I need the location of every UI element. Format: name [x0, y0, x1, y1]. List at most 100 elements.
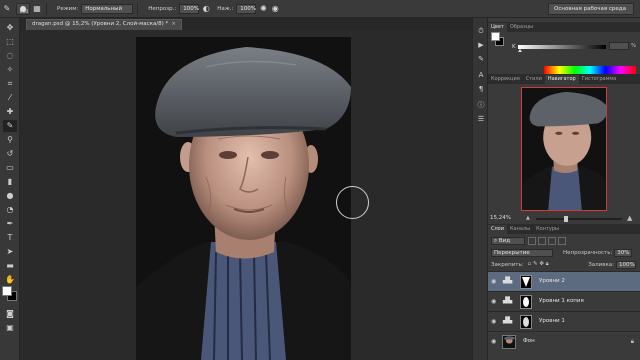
properties-panel-icon[interactable]: ☰	[476, 114, 486, 124]
flow-field[interactable]: 100%	[236, 3, 257, 14]
adjustment-filter-icon[interactable]	[538, 236, 546, 245]
mode-label: Режим:	[57, 5, 79, 12]
actions-panel-icon[interactable]: ▶	[476, 40, 486, 50]
healing-tool-icon[interactable]: ✚	[3, 106, 17, 118]
photo-canvas[interactable]	[136, 37, 351, 360]
zoom-value[interactable]: 15,24%	[490, 215, 511, 221]
mode-select[interactable]: Нормальный	[81, 3, 134, 14]
gradient-tool-icon[interactable]: ▮	[3, 176, 17, 188]
hand-tool-icon[interactable]: ✋	[3, 274, 17, 286]
info-panel-icon[interactable]: ⓘ	[476, 100, 486, 110]
dodge-tool-icon[interactable]: ◔	[3, 204, 17, 216]
layer-filter-select[interactable]: ⌕ Вид	[491, 236, 525, 245]
path-select-tool-icon[interactable]: ➤	[3, 246, 17, 258]
move-tool-icon[interactable]: ✥	[3, 22, 17, 34]
tab-channels[interactable]: Каналы	[507, 225, 533, 234]
history-brush-tool-icon[interactable]: ↺	[3, 148, 17, 160]
tab-paths[interactable]: Контуры	[533, 225, 562, 234]
history-panel-icon[interactable]: ⏱	[476, 26, 486, 36]
layer-row-levels-1-copy[interactable]: ◉ ▟▙ Уровни 1 копия	[488, 291, 640, 311]
pressure-size-icon[interactable]: ◉	[270, 4, 280, 14]
document-tab[interactable]: dragan.psd @ 15,2% (Уровни 2, Слой-маска…	[26, 19, 182, 30]
layer-filter-row: ⌕ Вид	[488, 235, 640, 246]
tab-swatches[interactable]: Образцы	[507, 23, 536, 32]
zoom-out-icon[interactable]: ▲	[526, 215, 530, 221]
layer-row-levels-1[interactable]: ◉ ▟▙ Уровни 1	[488, 311, 640, 331]
brush-panel-icon[interactable]: ▦	[32, 4, 42, 14]
layer-opacity-field[interactable]: 30%	[614, 248, 633, 257]
brush-tool-icon[interactable]: ✎	[3, 120, 17, 132]
quick-mask-icon[interactable]: ◙	[3, 308, 17, 320]
fill-field[interactable]: 100%	[616, 260, 636, 269]
type-tool-icon[interactable]: T	[3, 232, 17, 244]
type-filter-icon[interactable]	[548, 236, 556, 245]
canvas-area[interactable]	[20, 30, 472, 360]
airbrush-icon[interactable]: ✺	[258, 4, 268, 14]
pixel-filter-icon[interactable]	[528, 236, 536, 245]
k-slider[interactable]	[518, 45, 606, 49]
k-value-field[interactable]	[609, 42, 629, 50]
mask-shape-icon	[523, 317, 529, 327]
background-layer-thumbnail	[502, 335, 516, 349]
tab-styles[interactable]: Стили	[523, 75, 545, 84]
layer-mask-thumbnail[interactable]	[520, 295, 532, 309]
pressure-opacity-icon[interactable]: ◐	[201, 4, 211, 14]
eye-icon[interactable]: ◉	[491, 278, 496, 285]
pen-tool-icon[interactable]: ✒	[3, 218, 17, 230]
lock-row: Закрепить: ▫ ✎ ✥ 🔒︎ Заливка: 100%	[488, 259, 640, 270]
filter-type-icons	[528, 236, 566, 245]
mode-value: Нормальный	[85, 5, 123, 12]
fill-label: Заливка:	[588, 261, 614, 268]
layer-row-levels-2[interactable]: ◉ ▟▙ Уровни 2	[488, 271, 640, 291]
layers-panel-tabs: Слои Каналы Контуры	[488, 224, 640, 234]
clone-stamp-tool-icon[interactable]: ⚲	[3, 134, 17, 146]
brush-tool-icon[interactable]: ✎	[2, 4, 12, 14]
eyedropper-tool-icon[interactable]: ⁄	[3, 92, 17, 104]
character-panel-icon[interactable]: A	[476, 70, 486, 80]
eraser-tool-icon[interactable]: ▭	[3, 162, 17, 174]
layer-filter-value: Вид	[498, 237, 510, 244]
tab-adjustments[interactable]: Коррекция	[488, 75, 523, 84]
foreground-color-swatch[interactable]	[2, 286, 12, 296]
tab-navigator[interactable]: Навигатор	[544, 75, 579, 84]
lasso-tool-icon[interactable]: ◌	[3, 50, 17, 62]
tab-layers[interactable]: Слои	[488, 225, 507, 234]
opacity-field[interactable]: 100%	[179, 3, 200, 14]
shape-tool-icon[interactable]: ▬	[3, 260, 17, 272]
blur-tool-icon[interactable]: ●	[3, 190, 17, 202]
k-slider-thumb[interactable]	[518, 49, 522, 52]
zoom-slider-thumb[interactable]	[564, 216, 568, 222]
marquee-tool-icon[interactable]: ⬚	[3, 36, 17, 48]
panel-foreground-swatch[interactable]	[491, 32, 500, 41]
shape-filter-icon[interactable]	[558, 236, 566, 245]
layer-row-background[interactable]: ◉ Фон 🔒︎	[488, 331, 640, 351]
layer-opacity-label: Непрозрачность:	[563, 249, 613, 256]
crop-tool-icon[interactable]: ⌗	[3, 78, 17, 90]
lock-icons[interactable]: ▫ ✎ ✥ 🔒︎	[528, 261, 549, 268]
lock-icon: 🔒︎	[630, 338, 634, 345]
color-panel-tabs: Цвет Образцы	[488, 22, 640, 32]
close-icon[interactable]: ×	[171, 21, 176, 27]
navigator-preview[interactable]	[521, 87, 607, 211]
workspace-switcher[interactable]: Основная рабочая среда	[548, 3, 634, 15]
tab-histogram[interactable]: Гистограмма	[579, 75, 620, 84]
color-swatches[interactable]	[2, 286, 18, 302]
zoom-slider[interactable]	[536, 218, 622, 220]
eye-icon[interactable]: ◉	[491, 318, 496, 325]
brush-panel-icon[interactable]: ✎	[476, 54, 486, 64]
layer-mask-thumbnail[interactable]	[520, 275, 532, 289]
lock-label: Закрепить:	[491, 261, 524, 268]
quick-select-tool-icon[interactable]: ✧	[3, 64, 17, 76]
brush-preset-picker[interactable]: 600	[16, 2, 30, 15]
eye-icon[interactable]: ◉	[491, 338, 496, 345]
k-percent-sign: %	[631, 43, 637, 49]
divider	[137, 2, 139, 15]
eye-icon[interactable]: ◉	[491, 298, 496, 305]
layer-mask-thumbnail[interactable]	[520, 315, 532, 329]
paragraph-panel-icon[interactable]: ¶	[476, 84, 486, 94]
portrait-image	[136, 37, 351, 360]
zoom-in-icon[interactable]: ▲	[627, 214, 632, 222]
tab-color[interactable]: Цвет	[488, 23, 507, 32]
blend-mode-select[interactable]: Перекрытие	[491, 248, 553, 257]
screen-mode-icon[interactable]: ▣	[3, 322, 17, 334]
